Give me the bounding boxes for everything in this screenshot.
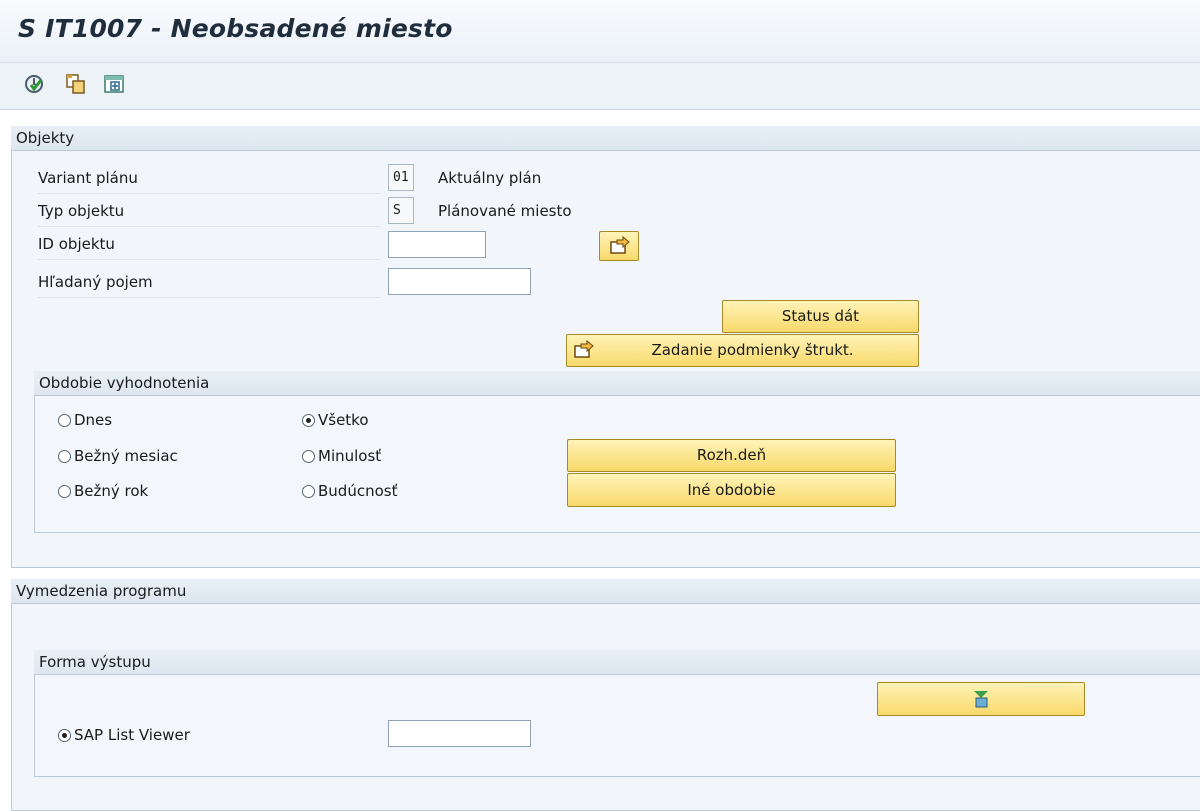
evaluation-period-header: Obdobie vyhodnotenia — [34, 371, 1200, 396]
radio-current-month-label: Bežný mesiac — [74, 447, 178, 465]
radio-sap-list-viewer-button[interactable] — [58, 729, 71, 742]
objects-group-header: Objekty — [11, 126, 1200, 151]
structure-condition-icon — [572, 338, 596, 373]
radio-future-label: Budúcnosť — [318, 482, 398, 500]
layout-input[interactable] — [388, 720, 531, 747]
radio-current-year-button[interactable] — [58, 485, 71, 498]
layout-variant-button[interactable] — [877, 682, 1085, 716]
radio-past-label: Minulosť — [318, 447, 382, 465]
layout-variant-icon — [970, 691, 992, 714]
search-term-input[interactable] — [388, 268, 531, 295]
structure-search-icon — [607, 235, 631, 262]
object-type-field: S — [388, 197, 414, 224]
search-term-label: Hľadaný pojem — [38, 267, 380, 298]
execute-icon[interactable] — [22, 72, 46, 96]
structure-condition-button[interactable]: Zadanie podmienky štrukt. — [566, 334, 919, 367]
data-status-button[interactable]: Status dát — [722, 300, 919, 333]
radio-today[interactable]: Dnes — [58, 408, 112, 432]
page-title: S IT1007 - Neobsadené miesto — [18, 14, 453, 43]
radio-current-month[interactable]: Bežný mesiac — [58, 444, 178, 468]
plan-variant-label: Variant plánu — [38, 163, 380, 194]
radio-all-button[interactable] — [302, 414, 315, 427]
object-id-input[interactable] — [388, 231, 486, 258]
plan-variant-text: Aktuálny plán — [438, 169, 542, 187]
radio-all-label: Všetko — [318, 411, 369, 429]
radio-today-button[interactable] — [58, 414, 71, 427]
radio-future-button[interactable] — [302, 485, 315, 498]
radio-sap-list-viewer[interactable]: SAP List Viewer — [58, 723, 190, 747]
object-type-label: Typ objektu — [38, 196, 380, 227]
radio-future[interactable]: Budúcnosť — [302, 479, 397, 503]
radio-current-year-label: Bežný rok — [74, 482, 149, 500]
key-date-button[interactable]: Rozh.deň — [567, 439, 896, 472]
radio-sap-list-viewer-label: SAP List Viewer — [74, 726, 190, 744]
other-period-button[interactable]: Iné obdobie — [567, 473, 896, 507]
get-variant-icon[interactable] — [102, 72, 126, 96]
application-toolbar — [0, 63, 1200, 110]
copy-icon[interactable] — [64, 72, 88, 96]
radio-past-button[interactable] — [302, 450, 315, 463]
object-type-text: Plánované miesto — [438, 202, 572, 220]
output-form-header: Forma výstupu — [34, 650, 1200, 675]
object-id-structure-button[interactable] — [599, 231, 639, 261]
object-id-label: ID objektu — [38, 229, 380, 260]
plan-variant-field: 01 — [388, 164, 414, 191]
program-selections-header: Vymedzenia programu — [11, 579, 1200, 604]
structure-condition-label: Zadanie podmienky štrukt. — [651, 341, 854, 359]
radio-past[interactable]: Minulosť — [302, 444, 381, 468]
radio-current-year[interactable]: Bežný rok — [58, 479, 148, 503]
radio-current-month-button[interactable] — [58, 450, 71, 463]
radio-today-label: Dnes — [74, 411, 113, 429]
radio-all[interactable]: Všetko — [302, 408, 369, 432]
